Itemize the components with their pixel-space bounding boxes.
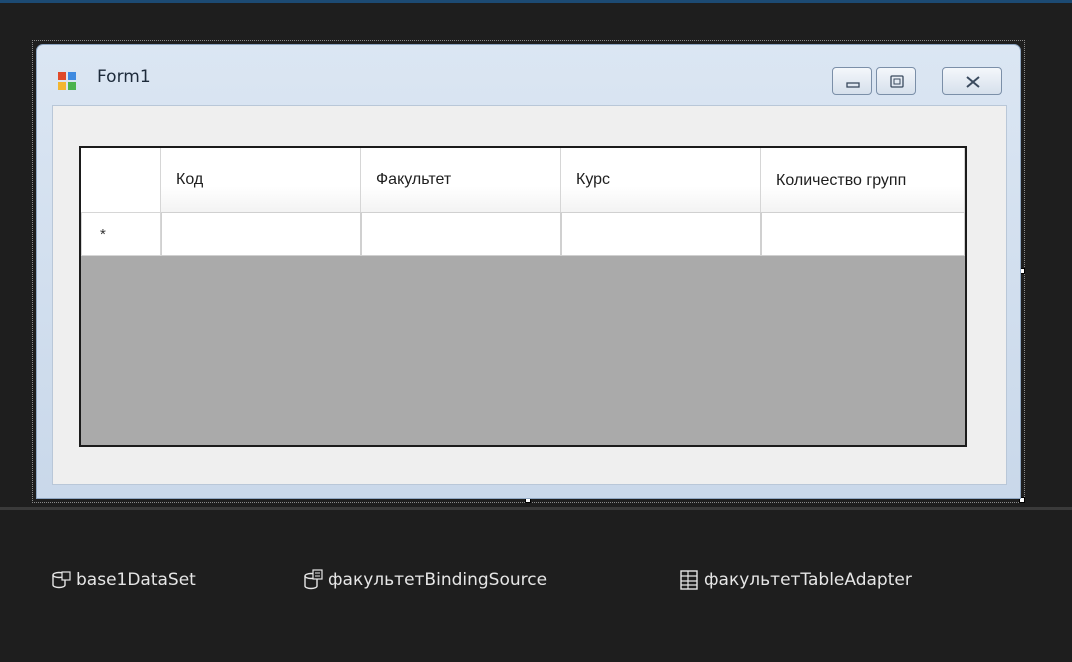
column-header-fakultet[interactable]: Факультет — [361, 148, 561, 212]
tray-item-label: факультетTableAdapter — [704, 570, 912, 590]
form-client-area: Код Факультет Курс Количество групп * — [52, 105, 1007, 485]
maximize-icon — [890, 75, 904, 88]
minimize-icon — [846, 82, 860, 88]
maximize-button[interactable] — [876, 67, 916, 95]
tray-item-label: base1DataSet — [76, 570, 196, 590]
tray-item-base1dataset[interactable]: base1DataSet — [50, 565, 196, 595]
windows-form-icon — [57, 71, 77, 91]
grid-cell-kolichestvo-grupp[interactable] — [761, 212, 965, 256]
column-header-kurs[interactable]: Курс — [561, 148, 761, 212]
dataset-icon — [52, 571, 71, 589]
grid-header-row: Код Факультет Курс Количество групп — [81, 148, 965, 212]
grid-cell-fakultet[interactable] — [361, 212, 561, 256]
grid-cell-kod[interactable] — [161, 212, 361, 256]
minimize-button[interactable] — [832, 67, 872, 95]
form-title: Form1 — [97, 67, 151, 87]
table-row[interactable]: * — [81, 212, 965, 256]
tray-item-label: факультетBindingSource — [328, 570, 548, 590]
column-header-kod[interactable]: Код — [161, 148, 361, 212]
close-icon — [966, 76, 980, 88]
grid-cell-kurs[interactable] — [561, 212, 761, 256]
title-bar[interactable]: Form1 — [37, 45, 1020, 105]
close-button[interactable] — [942, 67, 1002, 95]
component-tray: base1DataSet факультетBindingSource факу… — [0, 507, 1072, 662]
column-header-kolichestvo-grupp[interactable]: Количество групп — [761, 148, 965, 212]
binding-source-icon — [304, 569, 323, 590]
table-adapter-icon — [680, 570, 698, 590]
designer-surface: Form1 Код Факультет Курс Количество груп… — [0, 3, 1072, 507]
row-header-new-row[interactable]: * — [81, 212, 161, 256]
grid-corner-cell[interactable] — [81, 148, 161, 212]
new-row-marker: * — [100, 226, 106, 243]
form-window[interactable]: Form1 Код Факультет Курс Количество груп… — [36, 44, 1021, 499]
tray-item-table-adapter[interactable]: факультетTableAdapter — [678, 565, 912, 595]
data-grid-view[interactable]: Код Факультет Курс Количество групп * — [79, 146, 967, 447]
tray-item-binding-source[interactable]: факультетBindingSource — [302, 565, 547, 595]
